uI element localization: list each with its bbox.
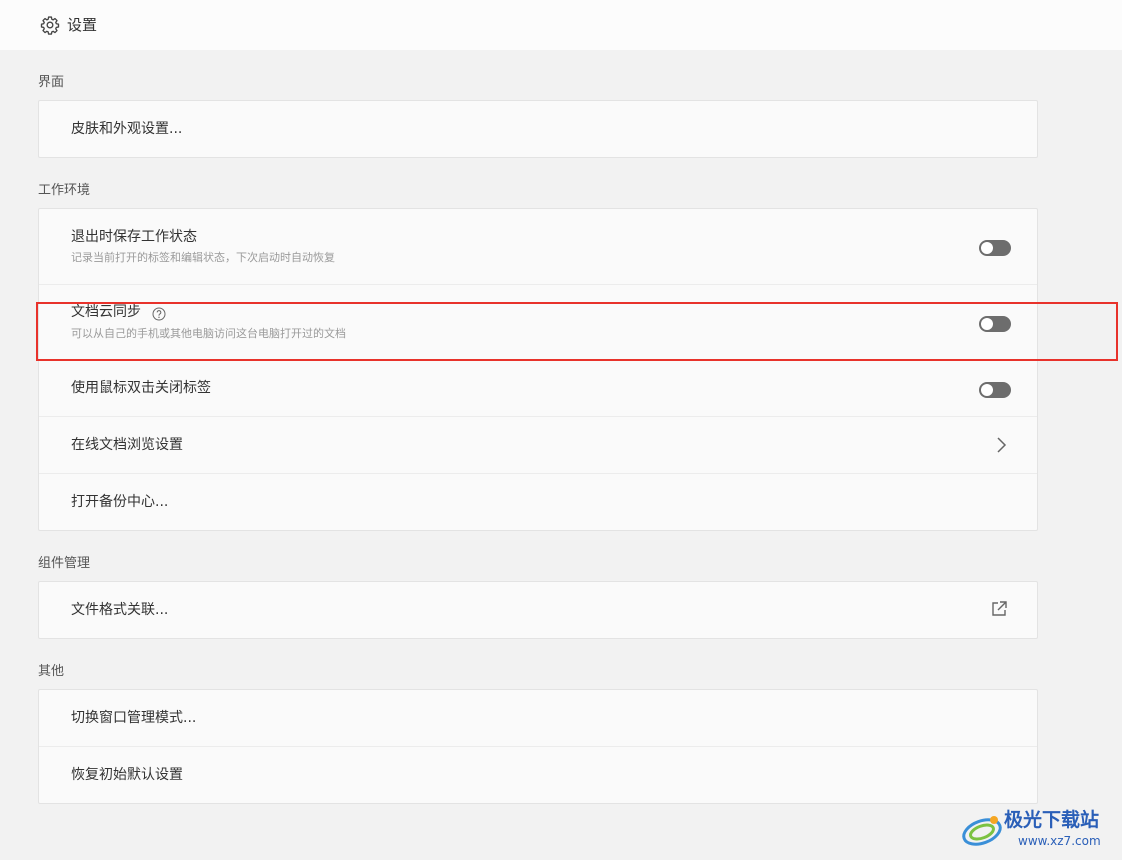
backup-center-label: 打开备份中心... [71,494,169,510]
section-label-other: 其他 [38,664,65,679]
backup-center-item[interactable]: 打开备份中心... [39,473,1037,531]
section-label-workspace: 工作环境 [38,183,91,198]
window-mode-item[interactable]: 切换窗口管理模式... [39,690,1037,746]
save-state-label: 退出时保存工作状态 [71,229,197,245]
card-workspace: 退出时保存工作状态 记录当前打开的标签和编辑状态，下次启动时自动恢复 文档云同步… [38,208,1038,531]
section-label-components: 组件管理 [38,556,91,571]
dblclick-close-toggle[interactable] [979,382,1011,398]
card-components: 文件格式关联... [38,581,1038,639]
watermark-text: 极光下载站 [1004,809,1100,831]
card-interface: 皮肤和外观设置... [38,100,1038,158]
cloud-sync-desc: 可以从自己的手机或其他电脑访问这台电脑打开过的文档 [71,327,346,340]
save-state-desc: 记录当前打开的标签和编辑状态，下次启动时自动恢复 [71,251,335,264]
toggle-knob [981,384,993,396]
reset-defaults-label: 恢复初始默认设置 [71,767,183,783]
cloud-sync-item: 文档云同步 可以从自己的手机或其他电脑访问这台电脑打开过的文档 [39,284,1037,360]
window-mode-label: 切换窗口管理模式... [71,710,197,726]
gear-icon [40,16,60,35]
settings-header: 设置 [0,0,1122,50]
file-assoc-item[interactable]: 文件格式关联... [39,582,1037,638]
save-state-item: 退出时保存工作状态 记录当前打开的标签和编辑状态，下次启动时自动恢复 [39,209,1037,284]
card-other: 切换窗口管理模式... 恢复初始默认设置 [38,689,1038,804]
chevron-right-icon [997,437,1007,453]
watermark-logo: 极光下载站 www.xz7.com [960,806,1118,854]
file-assoc-label: 文件格式关联... [71,602,169,618]
online-browse-item[interactable]: 在线文档浏览设置 [39,416,1037,474]
save-state-toggle[interactable] [979,240,1011,256]
page-title: 设置 [67,16,98,34]
toggle-knob [981,318,993,330]
question-circle-icon[interactable] [152,307,166,321]
dblclick-close-label: 使用鼠标双击关闭标签 [71,380,211,396]
toggle-knob [981,242,993,254]
skin-settings-label: 皮肤和外观设置... [71,121,183,137]
watermark-url: www.xz7.com [1018,834,1101,848]
section-label-interface: 界面 [38,75,65,90]
skin-settings-item[interactable]: 皮肤和外观设置... [39,101,1037,157]
online-browse-label: 在线文档浏览设置 [71,437,183,453]
reset-defaults-item[interactable]: 恢复初始默认设置 [39,746,1037,804]
dblclick-close-item: 使用鼠标双击关闭标签 [39,359,1037,417]
cloud-sync-label: 文档云同步 [71,304,141,320]
external-link-icon [992,601,1007,616]
watermark-swirl-icon [962,816,1002,846]
cloud-sync-toggle[interactable] [979,316,1011,332]
